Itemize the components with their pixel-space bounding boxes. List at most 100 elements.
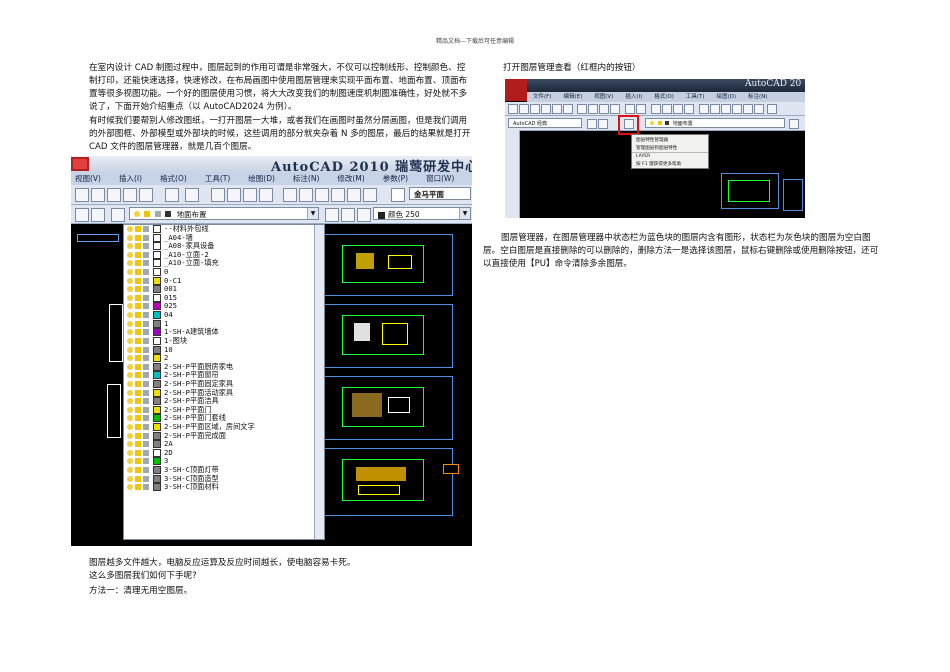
layer-list-item[interactable]: 3 — [124, 457, 324, 466]
menu-parametric[interactable]: 参数(P) — [383, 173, 408, 184]
layer-dropdown[interactable]: 地面布置 — [645, 118, 785, 128]
layer-on-icon[interactable] — [127, 458, 133, 465]
print-icon[interactable] — [541, 104, 551, 114]
layer-on-icon[interactable] — [127, 475, 133, 482]
layer-on-icon[interactable] — [127, 363, 133, 370]
zoom-icon[interactable] — [91, 208, 105, 222]
menu-insert[interactable]: 插入(I) — [625, 92, 642, 102]
menu-dimension[interactable]: 标注(N) — [293, 173, 319, 184]
layer-thaw-icon[interactable] — [135, 251, 141, 258]
layer-on-icon[interactable] — [127, 312, 133, 319]
layer-list-item[interactable]: 0 — [124, 267, 324, 277]
layer-lock-icon[interactable] — [143, 389, 149, 396]
layer-list-item[interactable]: 001 — [124, 284, 324, 294]
text-style-icon[interactable] — [767, 104, 777, 114]
layer-thaw-icon[interactable] — [135, 269, 141, 276]
zoom-icon[interactable] — [662, 104, 672, 114]
settings-icon[interactable] — [75, 208, 89, 222]
layer-list-item[interactable]: 0-C1 — [124, 276, 324, 286]
zoom-window-icon[interactable] — [243, 188, 257, 202]
layer-on-icon[interactable] — [127, 226, 133, 232]
layer-lock-icon[interactable] — [143, 372, 149, 379]
layer-list-item[interactable]: _A04-墙 — [124, 233, 324, 243]
text-style-icon[interactable] — [391, 188, 405, 202]
layer-on-icon[interactable] — [127, 389, 133, 396]
layer-thaw-icon[interactable] — [135, 243, 141, 250]
menu-format[interactable]: 格式(O) — [654, 92, 674, 102]
layer-thaw-icon[interactable] — [135, 484, 141, 491]
layer-thaw-icon[interactable] — [135, 337, 141, 344]
menu-view[interactable]: 视图(V) — [594, 92, 613, 102]
markup-icon[interactable] — [347, 188, 361, 202]
design-center-icon[interactable] — [299, 188, 313, 202]
layer-on-icon[interactable] — [127, 286, 133, 293]
open-icon[interactable] — [519, 104, 529, 114]
layer-on-icon[interactable] — [127, 346, 133, 353]
layer-on-icon[interactable] — [127, 320, 133, 327]
layer-on-icon[interactable] — [127, 424, 133, 431]
menu-window[interactable]: 窗口(W) — [426, 173, 454, 184]
menu-format[interactable]: 格式(O) — [160, 173, 187, 184]
layer-on-icon[interactable] — [127, 303, 133, 310]
make-current-icon[interactable] — [325, 208, 339, 222]
save-icon[interactable] — [530, 104, 540, 114]
menu-draw[interactable]: 绘图(D) — [248, 173, 275, 184]
layer-lock-icon[interactable] — [143, 449, 149, 456]
layer-on-icon[interactable] — [127, 441, 133, 448]
layer-lock-icon[interactable] — [143, 329, 149, 336]
markup-icon[interactable] — [743, 104, 753, 114]
layer-lock-icon[interactable] — [143, 441, 149, 448]
new-icon[interactable] — [508, 104, 518, 114]
layer-lock-icon[interactable] — [143, 303, 149, 310]
layer-list-item[interactable]: _A10-立面-填充 — [124, 259, 324, 268]
layer-list-item[interactable]: 2-SH-P平面洁具 — [124, 396, 324, 406]
layer-lock-icon[interactable] — [143, 226, 149, 232]
layer-thaw-icon[interactable] — [135, 320, 141, 327]
layer-thaw-icon[interactable] — [135, 372, 141, 379]
layer-on-icon[interactable] — [127, 484, 133, 491]
layer-on-icon[interactable] — [127, 260, 133, 267]
layer-on-icon[interactable] — [127, 329, 133, 336]
layer-list-item[interactable]: 1 — [124, 319, 324, 329]
layer-thaw-icon[interactable] — [135, 260, 141, 267]
layer-lock-icon[interactable] — [143, 312, 149, 319]
color-dropdown[interactable]: 颜色 250 ▼ — [373, 207, 471, 220]
make-current-icon[interactable] — [789, 119, 799, 129]
layer-list-item[interactable]: 3-SH-C顶面造型 — [124, 474, 324, 484]
layer-thaw-icon[interactable] — [135, 415, 141, 422]
layer-on-icon[interactable] — [127, 337, 133, 344]
zoom-previous-icon[interactable] — [259, 188, 273, 202]
layer-list-item[interactable]: 3-SH-C顶面材料 — [124, 482, 324, 492]
layer-on-icon[interactable] — [127, 372, 133, 379]
layer-thaw-icon[interactable] — [135, 355, 141, 362]
design-center-icon[interactable] — [710, 104, 720, 114]
layer-lock-icon[interactable] — [143, 320, 149, 327]
layer-list-item[interactable]: 2-SH-P平面完成面 — [124, 431, 324, 441]
properties-icon[interactable] — [699, 104, 709, 114]
layer-list-item[interactable]: --材料外包线 — [124, 225, 324, 234]
layer-thaw-icon[interactable] — [135, 286, 141, 293]
layer-lock-icon[interactable] — [143, 475, 149, 482]
layer-on-icon[interactable] — [127, 398, 133, 405]
layer-thaw-icon[interactable] — [135, 312, 141, 319]
layer-lock-icon[interactable] — [143, 432, 149, 439]
layer-list-item[interactable]: 3-SH-C顶面灯带 — [124, 465, 324, 475]
layer-on-icon[interactable] — [127, 432, 133, 439]
zoom-icon[interactable] — [598, 119, 608, 129]
pan-icon[interactable] — [75, 188, 89, 202]
layer-thaw-icon[interactable] — [135, 226, 141, 232]
layer-thaw-icon[interactable] — [135, 458, 141, 465]
layer-list-item[interactable]: 1-图块 — [124, 336, 324, 346]
layer-lock-icon[interactable] — [143, 294, 149, 301]
sheet-set-icon[interactable] — [331, 188, 345, 202]
layer-thaw-icon[interactable] — [135, 398, 141, 405]
layer-lock-icon[interactable] — [143, 269, 149, 276]
layer-thaw-icon[interactable] — [135, 380, 141, 387]
calculator-icon[interactable] — [363, 188, 377, 202]
layer-list-scrollbar[interactable] — [314, 225, 324, 539]
layer-lock-icon[interactable] — [143, 260, 149, 267]
layer-thaw-icon[interactable] — [135, 475, 141, 482]
layer-thaw-icon[interactable] — [135, 294, 141, 301]
undo-icon[interactable] — [165, 188, 179, 202]
text-style-dropdown[interactable]: 金马平面 — [409, 187, 471, 200]
